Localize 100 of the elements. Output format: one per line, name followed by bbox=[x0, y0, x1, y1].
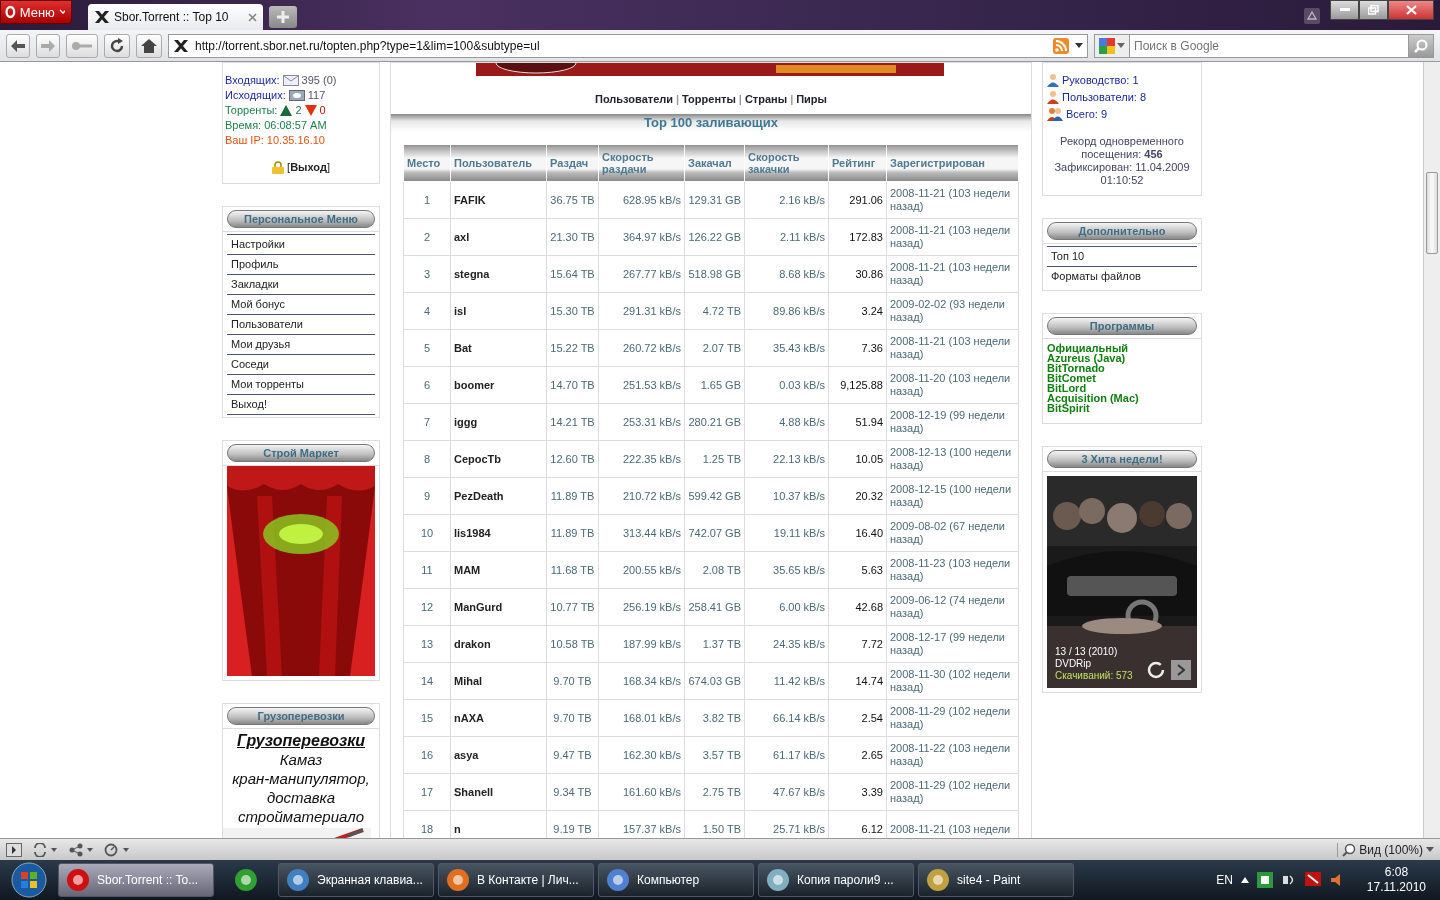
column-header[interactable]: Скорость раздачи bbox=[598, 144, 685, 182]
column-header[interactable]: Закачал bbox=[684, 144, 745, 182]
next-button[interactable] bbox=[1171, 660, 1191, 680]
restore-icon bbox=[1368, 5, 1379, 15]
program-link[interactable]: Acquisition (Mac) bbox=[1047, 393, 1197, 403]
table-cell: 2008-12-19 (99 недели назад) bbox=[886, 403, 1019, 441]
menu-button[interactable]: Меню bbox=[0, 0, 72, 24]
table-cell: 14.70 TB bbox=[546, 366, 599, 404]
table-cell: 172.83 bbox=[828, 218, 887, 256]
column-header[interactable]: Пользователь bbox=[450, 144, 547, 182]
table-cell: iggg bbox=[450, 403, 547, 441]
search-field[interactable]: Поиск в Google bbox=[1130, 33, 1408, 58]
taskbar-button[interactable]: Компьютер bbox=[598, 863, 754, 897]
home-button[interactable] bbox=[136, 33, 162, 58]
table-cell: 2.54 bbox=[828, 699, 887, 737]
column-header[interactable]: Зарегистрирован bbox=[886, 144, 1019, 182]
program-link[interactable]: BitSpirit bbox=[1047, 403, 1197, 413]
table-cell: 1.65 GB bbox=[684, 366, 745, 404]
menu-item[interactable]: Профиль bbox=[227, 254, 375, 274]
table-cell: 35.65 kB/s bbox=[744, 551, 829, 589]
nav-link[interactable]: Торренты bbox=[682, 93, 736, 105]
table-cell: 14 bbox=[403, 662, 451, 700]
menu-item[interactable]: Закладки bbox=[227, 274, 375, 294]
search-engine-button[interactable] bbox=[1094, 33, 1130, 58]
column-header[interactable]: Скорость закачки bbox=[744, 144, 829, 182]
leeching-count: 0 bbox=[319, 103, 326, 118]
table-cell: 126.22 GB bbox=[684, 218, 745, 256]
x-logo-icon bbox=[173, 38, 189, 53]
app-icon bbox=[65, 867, 91, 893]
table-cell: 5 bbox=[403, 329, 451, 367]
menu-item[interactable]: Форматы файлов bbox=[1047, 266, 1197, 286]
new-tab-button[interactable] bbox=[269, 6, 297, 28]
table-cell: 599.42 GB bbox=[684, 477, 745, 515]
search-button[interactable] bbox=[1408, 33, 1434, 58]
program-link[interactable]: Azureus (Java) bbox=[1047, 353, 1197, 363]
table-cell: 200.55 kB/s bbox=[598, 551, 685, 589]
table-cell: 2008-12-13 (100 недели назад) bbox=[886, 440, 1019, 478]
logout-link[interactable]: [Выход] bbox=[287, 160, 330, 175]
panel-toggle-icon[interactable] bbox=[6, 842, 22, 857]
program-link[interactable]: BitComet bbox=[1047, 373, 1197, 383]
tray-app-icon[interactable] bbox=[1256, 872, 1273, 888]
menu-item[interactable]: Топ 10 bbox=[1047, 246, 1197, 266]
program-link[interactable]: Официальный bbox=[1047, 343, 1197, 353]
sync-icon[interactable] bbox=[32, 842, 58, 857]
menu-item[interactable]: Пользователи bbox=[227, 314, 375, 334]
table-cell: 11.89 TB bbox=[546, 514, 599, 552]
program-link[interactable]: BitLord bbox=[1047, 383, 1197, 393]
reload-button[interactable] bbox=[104, 33, 130, 58]
address-field[interactable]: http://torrent.sbor.net.ru/topten.php?type=1&lim=100&subtype=ul bbox=[168, 33, 1088, 58]
browser-tab[interactable]: Sbor.Torrent :: Top 10 bbox=[88, 4, 263, 30]
program-link[interactable]: BitTornado bbox=[1047, 363, 1197, 373]
chevron-up-icon[interactable] bbox=[1240, 877, 1249, 883]
nav-link[interactable]: Страны bbox=[744, 93, 788, 105]
table-cell: 8.68 kB/s bbox=[744, 255, 829, 293]
taskbar-button[interactable]: В Контакте | Лич... bbox=[438, 863, 594, 897]
scrollbar[interactable] bbox=[1423, 62, 1440, 838]
restore-button[interactable] bbox=[1359, 0, 1388, 20]
taskbar-button[interactable]: Копия пароли9 ... bbox=[758, 863, 914, 897]
table-cell: nAXA bbox=[450, 699, 547, 737]
table-cell: 17 bbox=[403, 773, 451, 811]
menu-item[interactable]: Мой бонус bbox=[227, 294, 375, 314]
home-icon bbox=[141, 38, 157, 53]
flag-icon[interactable] bbox=[1304, 872, 1321, 888]
ad-text: доставка bbox=[265, 788, 337, 807]
menu-item[interactable]: Мои друзья bbox=[227, 334, 375, 354]
table-cell: 256.19 kB/s bbox=[598, 588, 685, 626]
menu-item[interactable]: Настройки bbox=[227, 234, 375, 254]
taskbar-button[interactable]: Экранная клавиа... bbox=[278, 863, 434, 897]
zoom-button[interactable]: Вид (100%) bbox=[1337, 842, 1434, 857]
table-cell: 15.22 TB bbox=[546, 329, 599, 367]
column-header[interactable]: Рейтинг bbox=[828, 144, 887, 182]
menu-item[interactable]: Выход! bbox=[227, 394, 375, 414]
close-button[interactable] bbox=[1388, 0, 1434, 20]
table-cell: Shanell bbox=[450, 773, 547, 811]
table-cell: 2009-06-12 (74 недели назад) bbox=[886, 588, 1019, 626]
table-cell: 15.64 TB bbox=[546, 255, 599, 293]
table-cell: 267.77 kB/s bbox=[598, 255, 685, 293]
table-cell: 2009-08-02 (67 недели назад) bbox=[886, 514, 1019, 552]
table-cell: 2008-11-21 (103 недели назад) bbox=[886, 181, 1019, 219]
table-cell: 7.36 bbox=[828, 329, 887, 367]
table-cell: 3.82 TB bbox=[684, 699, 745, 737]
column-header[interactable]: Место bbox=[403, 144, 451, 182]
menu-item[interactable]: Мои торренты bbox=[227, 374, 375, 394]
speed-dial-icon[interactable] bbox=[104, 842, 130, 857]
back-button[interactable] bbox=[6, 33, 30, 58]
outgoing-label: Исходящих: bbox=[225, 88, 286, 103]
close-icon[interactable] bbox=[248, 12, 257, 22]
column-header[interactable]: Раздач bbox=[546, 144, 599, 182]
close-icon bbox=[1405, 5, 1417, 15]
menu-item[interactable]: Соседи bbox=[227, 354, 375, 374]
nav-link[interactable]: Пользователи bbox=[595, 93, 673, 105]
language-indicator[interactable]: EN bbox=[1216, 873, 1233, 887]
taskbar-button[interactable]: site4 - Paint bbox=[918, 863, 1074, 897]
dropdown-arrow-icon[interactable] bbox=[1075, 43, 1083, 48]
section-header: 3 Хита недели! bbox=[1047, 450, 1197, 468]
plus-icon bbox=[277, 11, 289, 23]
minimize-button[interactable] bbox=[1330, 0, 1359, 20]
clock[interactable]: 6:08 17.11.2010 bbox=[1366, 865, 1426, 895]
nav-link[interactable]: Пиры bbox=[796, 93, 827, 105]
share-icon[interactable] bbox=[68, 842, 94, 857]
